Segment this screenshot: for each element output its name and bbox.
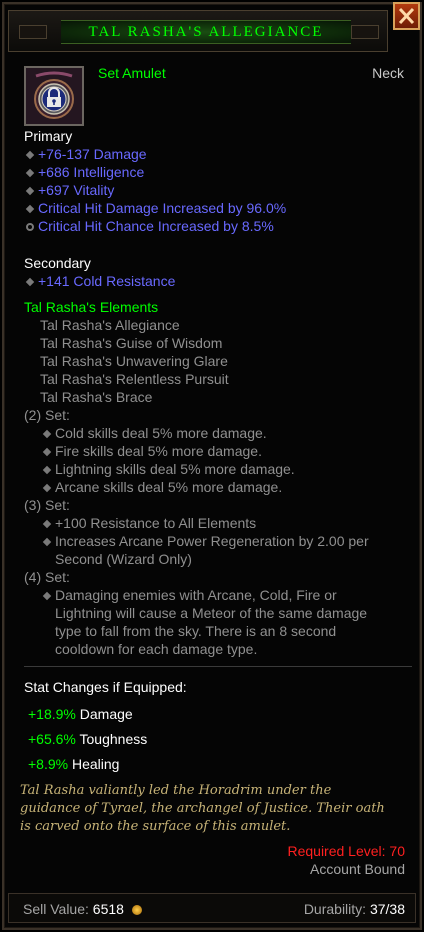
durability: Durability: 37/38 — [304, 901, 405, 917]
set-bonus-line: Second (Wizard Only) — [55, 551, 192, 567]
item-name: TAL RASHA'S ALLEGIANCE — [88, 24, 324, 40]
account-bound: Account Bound — [310, 861, 405, 877]
item-type: Set Amulet — [98, 65, 166, 81]
set-name: Tal Rasha's Elements — [24, 299, 159, 315]
stat-change-value: +18.9% — [28, 706, 76, 722]
set-bonus-2-label: (2) Set: — [24, 407, 70, 423]
stat-change-row: +18.9% Damage — [28, 706, 133, 722]
secondary-stat: +141 Cold Resistance — [38, 273, 176, 289]
set-bonus-line: type to fall from the sky. There is an 8… — [55, 623, 337, 639]
set-bonus-line: Increases Arcane Power Regeneration by 2… — [55, 533, 369, 549]
item-slot: Neck — [372, 65, 404, 81]
stat-changes-heading: Stat Changes if Equipped: — [24, 679, 187, 695]
required-level: Required Level: 70 — [287, 843, 405, 859]
stat-change-row: +65.6% Toughness — [28, 731, 147, 747]
close-button[interactable] — [393, 2, 420, 30]
sell-value-label: Sell Value: — [23, 901, 89, 917]
section-divider — [24, 666, 412, 667]
set-bonus-3-label: (3) Set: — [24, 497, 70, 513]
primary-stat: +697 Vitality — [38, 182, 115, 198]
set-piece: Tal Rasha's Brace — [40, 389, 153, 405]
stat-change-row: +8.9% Healing — [28, 756, 119, 772]
enchanted-stat-icon — [26, 223, 34, 231]
set-piece: Tal Rasha's Unwavering Glare — [40, 353, 228, 369]
secondary-heading: Secondary — [24, 255, 91, 271]
header-ornament-right — [351, 25, 379, 39]
tooltip-footer: Sell Value: 6518 Durability: 37/38 — [8, 893, 416, 923]
flavor-line: is carved onto the surface of this amule… — [20, 819, 291, 834]
set-bonus-line: +100 Resistance to All Elements — [55, 515, 257, 531]
set-bonus-4-label: (4) Set: — [24, 569, 70, 585]
primary-stat: +76-137 Damage — [38, 146, 147, 162]
amulet-lock-icon — [24, 66, 84, 126]
set-bonus-line: cooldown for each damage type. — [55, 641, 258, 657]
set-bonus-line: Cold skills deal 5% more damage. — [55, 425, 267, 441]
stat-change-value: +65.6% — [28, 731, 76, 747]
title-bar: TAL RASHA'S ALLEGIANCE — [61, 20, 351, 44]
set-bonus-line: Arcane skills deal 5% more damage. — [55, 479, 283, 495]
stat-change-label: Damage — [79, 706, 133, 722]
header-ornament-left — [19, 25, 47, 39]
set-bonus-line: Fire skills deal 5% more damage. — [55, 443, 262, 459]
flavor-line: guidance of Tyrael, the archangel of Jus… — [20, 801, 385, 816]
gold-coin-icon — [131, 905, 142, 916]
stat-change-value: +8.9% — [28, 756, 69, 772]
durability-label: Durability: — [303, 901, 367, 917]
tooltip-header: TAL RASHA'S ALLEGIANCE — [8, 10, 388, 52]
set-piece: Tal Rasha's Allegiance — [40, 317, 180, 333]
set-piece: Tal Rasha's Guise of Wisdom — [40, 335, 223, 351]
flavor-line: Tal Rasha valiantly led the Horadrim und… — [20, 783, 332, 798]
durability-value: 37/38 — [369, 901, 405, 917]
close-icon — [398, 7, 415, 25]
primary-stat: +686 Intelligence — [38, 164, 145, 180]
set-bonus-line: Lightning will cause a Meteor of the sam… — [55, 605, 368, 621]
stat-change-label: Healing — [71, 756, 120, 772]
set-piece: Tal Rasha's Relentless Pursuit — [40, 371, 229, 387]
primary-stat: Critical Hit Damage Increased by 96.0% — [38, 200, 287, 216]
set-bonus-line: Lightning skills deal 5% more damage. — [55, 461, 295, 477]
primary-stat: Critical Hit Chance Increased by 8.5% — [38, 218, 274, 234]
flavor-text: Tal Rasha valiantly led the Horadrim und… — [20, 782, 400, 836]
primary-heading: Primary — [24, 128, 73, 144]
sell-value-amount: 6518 — [92, 901, 124, 917]
set-bonus-line: Damaging enemies with Arcane, Cold, Fire… — [55, 587, 337, 603]
sell-value: Sell Value: 6518 — [23, 901, 142, 917]
stat-change-label: Toughness — [79, 731, 148, 747]
